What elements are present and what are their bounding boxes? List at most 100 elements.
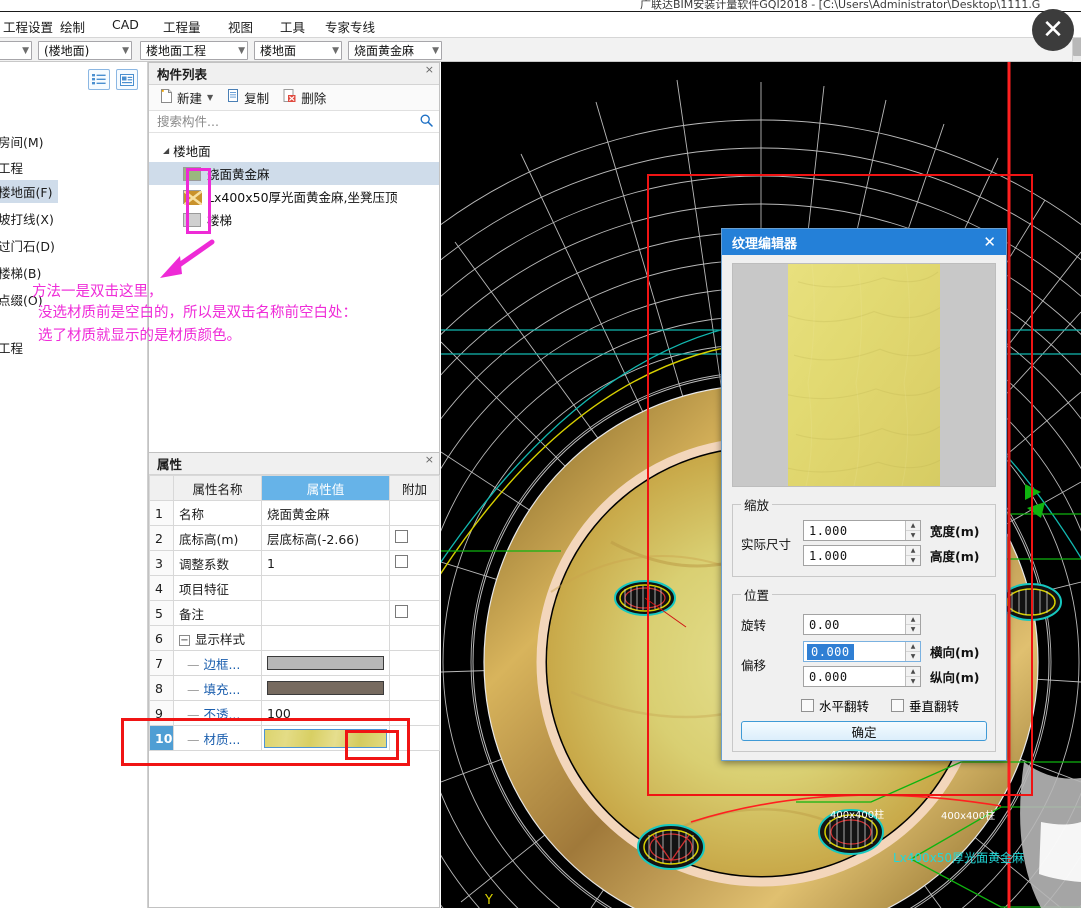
- spinner-down-icon[interactable]: ▼: [906, 556, 920, 565]
- scrollbar-thumb[interactable]: [1073, 38, 1081, 56]
- table-row[interactable]: 3 调整系数 1: [149, 550, 440, 576]
- combo-element-type[interactable]: 楼地面 ▼: [254, 41, 342, 60]
- menu-item-project-settings[interactable]: 工程设置: [0, 16, 56, 37]
- ok-button[interactable]: 确定: [741, 721, 987, 741]
- detail-view-icon[interactable]: [116, 69, 138, 90]
- table-row[interactable]: 10 — 材质...: [149, 725, 440, 751]
- property-name[interactable]: − 显示样式: [173, 625, 262, 651]
- close-icon[interactable]: ✕: [1032, 9, 1074, 51]
- scrollbar-vertical[interactable]: [1072, 38, 1081, 62]
- property-value[interactable]: [261, 725, 390, 751]
- table-row[interactable]: 9 — 不透... 100: [149, 700, 440, 726]
- table-row[interactable]: 8 — 填充...: [149, 675, 440, 701]
- width-spinner-arrows[interactable]: ▲ ▼: [905, 521, 920, 540]
- combo-category[interactable]: (楼地面) ▼: [38, 41, 132, 60]
- close-icon[interactable]: ✕: [979, 233, 1000, 251]
- sidebar-item-slope[interactable]: 坡打线(X): [0, 207, 58, 230]
- list-item[interactable]: 烧面黄金麻: [149, 162, 439, 185]
- new-component-button[interactable]: 新建 ▼: [154, 85, 219, 110]
- property-value[interactable]: [261, 650, 390, 676]
- copy-component-button[interactable]: 复制: [221, 85, 275, 110]
- delete-icon: [283, 89, 297, 106]
- material-texture-swatch[interactable]: [264, 728, 387, 748]
- border-color-swatch[interactable]: [267, 656, 384, 670]
- list-item[interactable]: 楼梯: [149, 208, 439, 231]
- list-item[interactable]: Lx400x50厚光面黄金麻,坐凳压顶: [149, 185, 439, 208]
- fill-color-swatch[interactable]: [267, 681, 384, 695]
- checkbox-icon[interactable]: [801, 699, 814, 712]
- tree-node-floor[interactable]: ◢ 楼地面: [149, 139, 439, 162]
- offset-horizontal-stepper[interactable]: 0.000 ▲ ▼: [803, 641, 921, 662]
- texture-preview[interactable]: [732, 263, 996, 487]
- table-row[interactable]: 2 底标高(m) 层底标高(-2.66): [149, 525, 440, 551]
- offset-vertical-stepper[interactable]: 0.000 ▲ ▼: [803, 666, 921, 687]
- spinner-up-icon[interactable]: ▲: [906, 521, 920, 531]
- width-value[interactable]: 1.000: [804, 524, 905, 538]
- menu-item-cad[interactable]: CAD: [109, 16, 142, 33]
- chevron-down-icon[interactable]: ▼: [207, 93, 213, 102]
- table-row[interactable]: 6 − 显示样式: [149, 625, 440, 651]
- sidebar-item-stair[interactable]: 楼梯(B): [0, 261, 58, 284]
- close-icon[interactable]: ×: [425, 64, 434, 75]
- attach-checkbox[interactable]: [395, 530, 408, 543]
- combo-discipline[interactable]: 楼地面工程 ▼: [140, 41, 248, 60]
- flip-horizontal-label: 水平翻转: [819, 699, 870, 714]
- width-stepper[interactable]: 1.000 ▲ ▼: [803, 520, 921, 541]
- height-stepper[interactable]: 1.000 ▲ ▼: [803, 545, 921, 566]
- menu-item-quantity[interactable]: 工程量: [160, 16, 204, 37]
- spinner-up-icon[interactable]: ▲: [906, 667, 920, 677]
- flip-vertical-checkbox[interactable]: 垂直翻转: [891, 696, 959, 715]
- sidebar-item-room[interactable]: 房间(M): [0, 130, 58, 153]
- height-spinner-arrows[interactable]: ▲ ▼: [905, 546, 920, 565]
- property-value[interactable]: [261, 675, 390, 701]
- spinner-down-icon[interactable]: ▼: [906, 652, 920, 661]
- table-row[interactable]: 1 名称 烧面黄金麻: [149, 500, 440, 526]
- rotate-spinner-arrows[interactable]: ▲ ▼: [905, 615, 920, 634]
- spinner-down-icon[interactable]: ▼: [906, 531, 920, 540]
- search-input[interactable]: [155, 113, 420, 130]
- menu-item-expert-line[interactable]: 专家专线: [322, 16, 378, 37]
- attach-checkbox[interactable]: [395, 605, 408, 618]
- property-value[interactable]: 层底标高(-2.66): [261, 525, 390, 551]
- sidebar-item-floor[interactable]: 楼地面(F): [0, 180, 58, 203]
- property-value[interactable]: [261, 600, 390, 626]
- property-value[interactable]: 烧面黄金麻: [261, 500, 390, 526]
- offset-v-spinner-arrows[interactable]: ▲ ▼: [905, 667, 920, 686]
- offset-horizontal-value[interactable]: 0.000: [807, 643, 854, 660]
- rotate-stepper[interactable]: 0.00 ▲ ▼: [803, 614, 921, 635]
- menu-item-draw[interactable]: 绘制: [57, 16, 88, 37]
- close-icon[interactable]: ×: [425, 454, 434, 465]
- attach-checkbox[interactable]: [395, 555, 408, 568]
- spinner-up-icon[interactable]: ▲: [906, 546, 920, 556]
- property-value[interactable]: [261, 575, 390, 601]
- sidebar-item-project-1[interactable]: 工程: [0, 156, 58, 179]
- rotate-label: 旋转: [741, 618, 767, 633]
- checkbox-icon[interactable]: [891, 699, 905, 712]
- height-unit-label: 高度(m): [930, 549, 980, 564]
- spinner-down-icon[interactable]: ▼: [906, 625, 920, 634]
- combo-component[interactable]: 烧面黄金麻 ▼: [348, 41, 442, 60]
- chevron-down-icon[interactable]: ◢: [163, 146, 169, 155]
- flip-horizontal-checkbox[interactable]: 水平翻转: [801, 696, 869, 715]
- spinner-up-icon[interactable]: ▲: [906, 642, 920, 652]
- table-row[interactable]: 7 — 边框...: [149, 650, 440, 676]
- dialog-title: 纹理编辑器: [732, 236, 798, 252]
- property-value[interactable]: 100: [261, 700, 390, 726]
- sidebar-item-threshold[interactable]: 过门石(D): [0, 234, 58, 257]
- rotate-value[interactable]: 0.00: [804, 618, 905, 632]
- height-value[interactable]: 1.000: [804, 549, 905, 563]
- spinner-down-icon[interactable]: ▼: [906, 677, 920, 686]
- table-row[interactable]: 4 项目特征: [149, 575, 440, 601]
- combo-level[interactable]: ▼: [0, 41, 32, 60]
- collapse-icon[interactable]: −: [179, 634, 190, 646]
- menu-item-view[interactable]: 视图: [225, 16, 256, 37]
- offset-h-spinner-arrows[interactable]: ▲ ▼: [905, 642, 920, 661]
- search-icon[interactable]: [420, 114, 433, 130]
- property-value[interactable]: 1: [261, 550, 390, 576]
- menu-item-tools[interactable]: 工具: [277, 16, 308, 37]
- table-row[interactable]: 5 备注: [149, 600, 440, 626]
- delete-component-button[interactable]: 删除: [277, 85, 332, 110]
- list-view-icon[interactable]: [88, 69, 110, 90]
- offset-vertical-value[interactable]: 0.000: [804, 670, 905, 684]
- spinner-up-icon[interactable]: ▲: [906, 615, 920, 625]
